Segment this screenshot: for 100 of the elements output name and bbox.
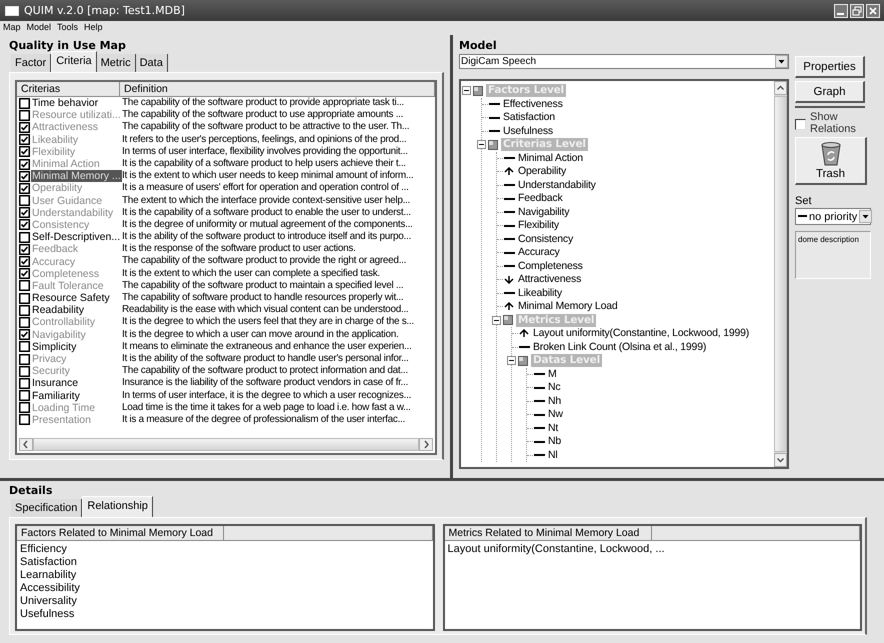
tab[interactable]: Specification <box>11 499 82 517</box>
checkbox[interactable] <box>19 329 30 340</box>
criteria-name[interactable]: Minimal Memory ... <box>31 170 122 182</box>
tree-item[interactable]: Usefulness <box>503 124 553 138</box>
checkbox[interactable] <box>19 280 30 292</box>
menu-item[interactable]: Help <box>84 22 103 34</box>
tab[interactable]: Data <box>136 54 168 72</box>
column-header[interactable]: Definition <box>120 82 435 96</box>
priority-dropdown[interactable]: no priority <box>795 208 871 225</box>
tree-item[interactable]: Nt <box>548 422 558 435</box>
graph-button[interactable]: Graph <box>795 81 865 103</box>
scroll-left-icon[interactable] <box>19 438 33 451</box>
menu-item[interactable]: Model <box>26 22 52 34</box>
tree-item[interactable]: Flexibility <box>518 219 559 232</box>
tree-item[interactable]: Consistency <box>518 232 573 246</box>
list-item[interactable]: Satisfaction <box>20 556 430 569</box>
checkbox[interactable] <box>19 98 30 109</box>
tree-item[interactable]: Minimal Memory Load <box>518 300 618 314</box>
tree-item[interactable]: Nw <box>548 408 563 422</box>
maximize-icon[interactable] <box>850 4 864 18</box>
tree-item[interactable]: Operability <box>518 165 566 178</box>
tab[interactable]: Relationship <box>82 496 153 517</box>
tree-item[interactable]: Satisfaction <box>503 111 555 124</box>
scroll-right-icon[interactable] <box>419 438 433 451</box>
show-relations-checkbox[interactable] <box>795 119 806 130</box>
checkbox[interactable] <box>19 232 30 243</box>
tree-item[interactable]: Likeability <box>518 286 562 300</box>
tree-item[interactable]: Attractiveness <box>518 273 582 286</box>
checkbox[interactable] <box>19 134 30 146</box>
checkbox[interactable] <box>19 207 30 218</box>
criteria-name[interactable]: Resource Safety <box>31 292 111 304</box>
minimize-icon[interactable] <box>834 4 848 18</box>
checkbox[interactable] <box>19 110 30 121</box>
checkbox[interactable] <box>19 414 30 426</box>
checkbox[interactable] <box>19 268 30 280</box>
tree-item[interactable]: M <box>548 368 557 381</box>
checkbox[interactable] <box>19 195 30 206</box>
column-header[interactable]: Criterias <box>17 82 120 96</box>
definition-cell-text: It is the degree of uniformity or mutual agreement of the components... <box>121 218 413 232</box>
list-item[interactable]: Layout uniformity(Constantine, Lockwood, ... <box>448 543 857 556</box>
tree-item[interactable]: Layout uniformity(Constantine, Lockwood, 1999) <box>533 327 750 340</box>
tab[interactable]: Metric <box>96 54 136 72</box>
list-item[interactable]: Universality <box>20 595 430 608</box>
criteria-name[interactable]: Readability <box>31 304 85 316</box>
checkbox[interactable] <box>19 292 30 304</box>
close-icon[interactable] <box>866 4 880 18</box>
checkbox[interactable] <box>19 316 30 328</box>
tree-item[interactable]: Feedback <box>518 192 563 206</box>
trash-button[interactable]: Trash <box>795 137 867 185</box>
tree-item[interactable]: Completeness <box>518 260 583 273</box>
collapse-icon[interactable] <box>462 86 471 96</box>
tree-item[interactable]: Nc <box>548 381 560 394</box>
tab[interactable]: Criteria <box>51 51 97 72</box>
criteria-name[interactable]: Insurance <box>31 377 80 390</box>
tree-item[interactable]: Broken Link Count (Olsina et al., 1999) <box>533 340 706 354</box>
criteria-name[interactable]: Time behavior <box>31 97 100 110</box>
list-item[interactable]: Efficiency <box>20 543 430 556</box>
collapse-icon[interactable] <box>477 140 486 150</box>
description-field[interactable]: dome description <box>795 231 871 279</box>
list-item[interactable]: Accessibility <box>20 582 430 595</box>
tree-item[interactable]: Nl <box>548 448 558 462</box>
definition-cell-text: It is the capability of a software product to help users achieve their t... <box>121 158 406 170</box>
tree-item[interactable]: Minimal Action <box>518 152 583 165</box>
checkbox[interactable] <box>19 170 30 182</box>
collapse-icon[interactable] <box>507 356 516 366</box>
tree-item[interactable]: Understandability <box>518 178 596 192</box>
checkbox[interactable] <box>19 244 30 255</box>
checkbox[interactable] <box>19 182 30 194</box>
criteria-name[interactable]: Self-Descriptiven... <box>31 231 122 244</box>
checkbox[interactable] <box>19 158 30 170</box>
tab[interactable]: Factor <box>11 54 52 72</box>
checkbox[interactable] <box>19 402 30 414</box>
checkbox[interactable] <box>19 304 30 316</box>
tree-item[interactable]: Effectiveness <box>503 98 563 111</box>
model-dropdown[interactable]: DigiCam Speech <box>459 54 789 69</box>
checkbox[interactable] <box>19 390 30 402</box>
menu-item[interactable]: Tools <box>57 22 78 34</box>
list-item[interactable]: Learnability <box>20 569 430 582</box>
checkbox[interactable] <box>19 256 30 268</box>
list-item[interactable]: Usefulness <box>20 608 430 621</box>
definition-cell-text: It is the capability of a software product to enable the user to underst... <box>121 206 411 219</box>
checkbox[interactable] <box>19 122 30 133</box>
checkbox[interactable] <box>19 354 30 365</box>
tree-item[interactable]: Nh <box>548 394 562 408</box>
tree-item[interactable]: Navigability <box>518 206 570 219</box>
checkbox[interactable] <box>19 146 30 158</box>
checkbox[interactable] <box>19 378 30 389</box>
window-title: QUIM v.2.0 [map: Test1.MDB] <box>24 4 186 17</box>
collapse-icon[interactable] <box>492 316 501 325</box>
tree-item[interactable]: Accuracy <box>518 246 560 260</box>
criteria-name[interactable]: Familiarity <box>31 390 81 402</box>
checkbox[interactable] <box>19 219 30 230</box>
checkbox[interactable] <box>19 366 30 377</box>
scroll-up-icon[interactable] <box>774 81 787 95</box>
menu-item[interactable]: Map <box>3 22 21 34</box>
criteria-name[interactable]: Simplicity <box>31 340 78 353</box>
tree-item[interactable]: Nb <box>548 435 562 448</box>
properties-button[interactable]: Properties <box>795 56 865 78</box>
scroll-down-icon[interactable] <box>774 453 787 467</box>
checkbox[interactable] <box>19 341 30 352</box>
